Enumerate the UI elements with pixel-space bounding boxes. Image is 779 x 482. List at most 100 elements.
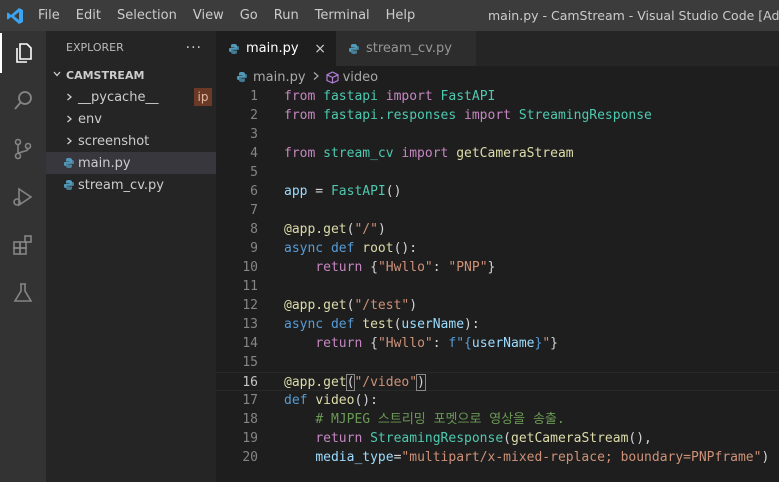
line-number: 1 [250,89,258,104]
code-token: "/" [354,222,378,237]
breadcrumb: main.py video [216,66,779,88]
code-text: @app.get("/test") [284,296,417,315]
code-token: app [284,184,308,199]
code-line[interactable]: 12 @app.get("/test") [216,296,779,315]
menu-help[interactable]: Help [378,0,424,31]
line-number: 16 [242,375,258,390]
code-token: FastAPI [432,89,496,104]
code-text: return {"Hwllo": "PNP"} [284,258,495,277]
line-number: 19 [242,431,258,446]
code-editor[interactable]: 1 from fastapi import FastAPI 2 from fastap… [216,87,779,467]
more-actions-icon[interactable]: ··· [186,40,202,56]
line-number: 8 [250,222,258,237]
tab-stream-cv-py[interactable]: stream_cv.py [336,31,476,66]
code-line[interactable]: 11 [216,277,779,296]
code-line[interactable]: 15 [216,353,779,372]
code-line[interactable]: 20 media_type="multipart/x-mixed-replace… [216,448,779,467]
code-token: return [315,260,363,275]
tree-item-screenshot[interactable]: screenshot [46,130,216,152]
python-file-icon [60,179,78,191]
code-token: root [362,241,394,256]
explorer-header: EXPLORER ··· [46,31,216,64]
code-token: return [315,336,363,351]
tree-item-env[interactable]: env [46,108,216,130]
menu-run[interactable]: Run [266,0,307,31]
code-token: test [362,317,394,332]
tree-item-label: __pycache__ [78,89,159,105]
code-line[interactable]: 18 # MJPEG 스트리밍 포멧으로 영상을 송출. [216,410,779,429]
tree-item-main-py[interactable]: main.py [46,152,216,174]
editor-tabs: main.py × stream_cv.py [216,31,779,66]
explorer-title: EXPLORER [66,41,124,54]
python-file-icon [348,43,360,55]
menu-terminal[interactable]: Terminal [307,0,378,31]
code-text: from stream_cv import getCameraStream [284,144,574,163]
code-line[interactable]: 1 from fastapi import FastAPI [216,87,779,106]
code-line[interactable]: 19 return StreamingResponse(getCameraStr… [216,429,779,448]
editor-area: main.py × stream_cv.py main.py video 1 fr… [216,31,779,482]
line-number: 20 [242,450,258,465]
code-line[interactable]: 6 app = FastAPI() [216,182,779,201]
explorer-icon[interactable] [0,33,46,73]
code-token: def [284,393,308,408]
code-token: stream_cv [315,146,402,161]
code-line[interactable]: 9 async def root(): [216,239,779,258]
search-icon[interactable] [0,81,46,121]
tab-main-py[interactable]: main.py × [216,31,336,66]
code-token: import [464,108,511,123]
code-line[interactable]: 13 async def test(userName): [216,315,779,334]
breadcrumb-symbol[interactable]: video [343,70,379,85]
line-number: 3 [250,127,258,142]
code-token: userName [471,336,535,351]
code-token: = [307,184,331,199]
code-line[interactable]: 16 @app.get("/video") [216,372,779,391]
code-line[interactable]: 2 from fastapi.responses import Streaming… [216,106,779,125]
line-number: 13 [242,317,258,332]
code-token: ) [416,374,426,391]
tree-item-stream-cv-py[interactable]: stream_cv.py [46,174,216,196]
menu-file[interactable]: File [30,0,68,31]
code-line[interactable]: 7 [216,201,779,220]
folder-camstream[interactable]: CAMSTREAM [46,64,216,86]
line-number: 14 [242,336,258,351]
close-icon[interactable]: × [314,41,326,57]
source-control-icon[interactable] [0,129,46,169]
menu-selection[interactable]: Selection [109,0,185,31]
code-line[interactable]: 8 @app.get("/") [216,220,779,239]
code-line[interactable]: 17 def video(): [216,391,779,410]
code-token: } [487,260,496,275]
code-token: from [284,108,316,123]
code-token: "/test" [354,298,410,313]
menu-edit[interactable]: Edit [68,0,109,31]
line-number: 7 [250,203,258,218]
code-token: "Hwllo" [377,260,433,275]
code-token: f" [448,336,465,351]
code-line[interactable]: 5 [216,163,779,182]
menu-go[interactable]: Go [232,0,266,31]
tree-item-pycache[interactable]: __pycache__ ip [46,86,216,108]
line-number: 9 [250,241,258,256]
breadcrumb-file[interactable]: main.py [253,70,306,85]
menu-view[interactable]: View [185,0,232,31]
testing-icon[interactable] [0,273,46,313]
code-token: "/video" [354,375,418,390]
explorer-sidebar: EXPLORER ··· CAMSTREAM __pycache__ ip en… [46,31,216,482]
code-line[interactable]: 10 return {"Hwllo": "PNP"} [216,258,779,277]
code-token: (): [354,393,378,408]
run-debug-icon[interactable] [0,177,46,217]
python-file-icon [228,43,240,55]
code-token: @app.get [284,375,347,390]
code-token: # MJPEG 스트리밍 포멧으로 영상을 송출. [315,412,565,427]
code-token: StreamingResponse [370,431,504,446]
code-token: @app.get [284,298,347,313]
chevron-right-icon [60,114,78,124]
code-token: " [542,336,551,351]
code-line[interactable]: 3 [216,125,779,144]
code-line[interactable]: 14 return {"Hwllo": f"{userName}"} [216,334,779,353]
code-token: def [330,241,355,256]
extensions-icon[interactable] [0,225,46,265]
code-line[interactable]: 4 from stream_cv import getCameraStream [216,144,779,163]
